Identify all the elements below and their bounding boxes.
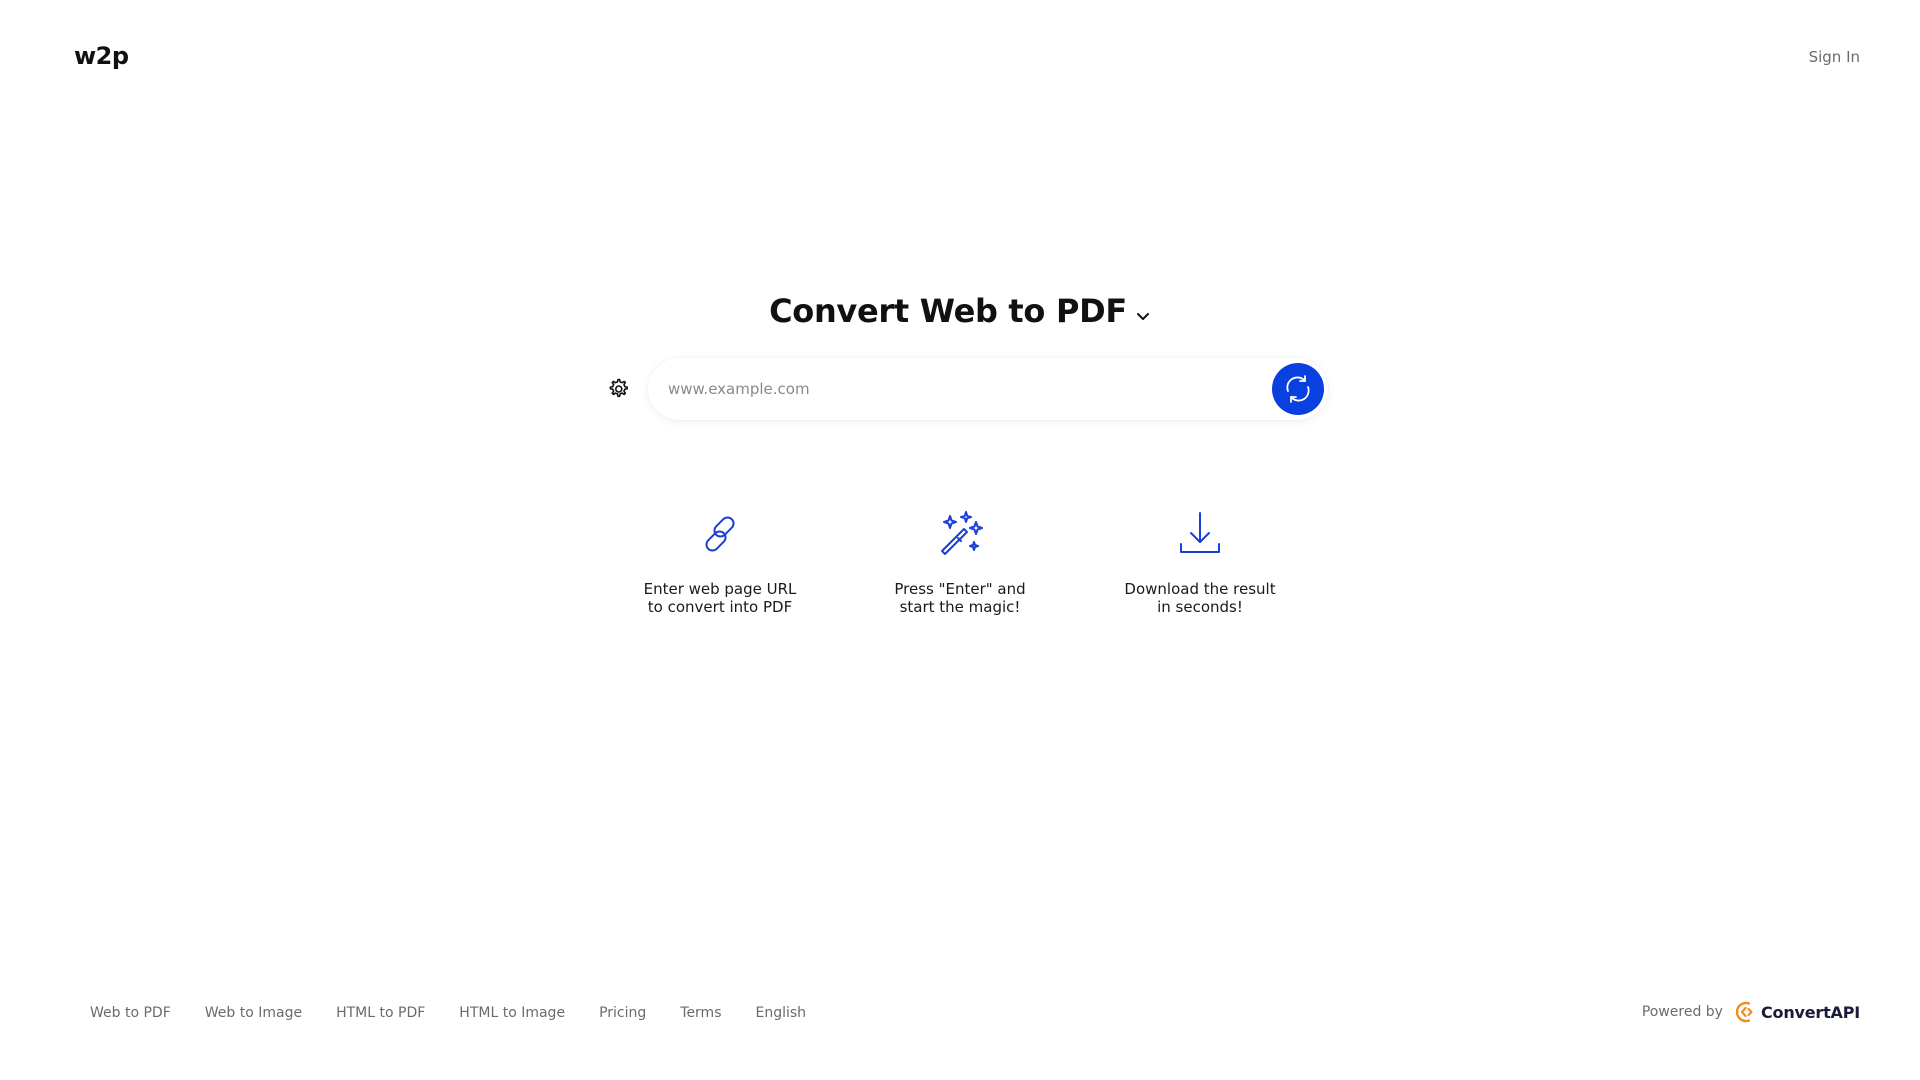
step-text: Press "Enter" and start the magic!	[894, 580, 1026, 616]
footer-link-pricing[interactable]: Pricing	[599, 1005, 646, 1021]
step-enter-url: Enter web page URL to convert into PDF	[640, 510, 800, 616]
steps-section: Enter web page URL to convert into PDF P…	[0, 510, 1920, 616]
step-download: Download the result in seconds!	[1120, 510, 1280, 616]
footer-nav: Web to PDF Web to Image HTML to PDF HTML…	[90, 1005, 806, 1021]
sign-in-link[interactable]: Sign In	[1809, 48, 1860, 66]
convertapi-logo-icon	[1735, 1001, 1753, 1023]
footer-link-terms[interactable]: Terms	[680, 1005, 721, 1021]
url-search-box	[648, 358, 1328, 420]
download-icon	[1180, 512, 1220, 553]
footer-link-web-to-pdf[interactable]: Web to PDF	[90, 1005, 171, 1021]
link-icon	[705, 516, 735, 552]
settings-button[interactable]	[602, 373, 634, 405]
step-text: Enter web page URL to convert into PDF	[643, 580, 797, 616]
magic-wand-icon	[941, 511, 983, 555]
logo[interactable]: w2p	[74, 42, 129, 70]
powered-by-label: Powered by	[1641, 1004, 1723, 1020]
page: w2p Sign In Convert Web to PDF www.examp…	[0, 0, 1920, 1080]
footer-link-web-to-image[interactable]: Web to Image	[205, 1005, 302, 1021]
page-title: Convert Web to PDF	[769, 292, 1127, 330]
convert-button[interactable]	[1272, 363, 1324, 415]
hero: Convert Web to PDF	[0, 292, 1920, 330]
convertapi-brand-link[interactable]: ConvertAPI	[1733, 1000, 1860, 1024]
step-press-enter: Press "Enter" and start the magic!	[880, 510, 1040, 616]
footer-link-html-to-pdf[interactable]: HTML to PDF	[336, 1005, 425, 1021]
language-selector[interactable]: English	[756, 1005, 807, 1021]
gear-icon	[609, 378, 628, 398]
step-text: Download the result in seconds!	[1124, 580, 1276, 616]
converter-type-selector[interactable]: Convert Web to PDF	[769, 292, 1151, 330]
powered-by: Powered by ConvertAPI	[1642, 1000, 1860, 1024]
refresh-icon	[1286, 375, 1310, 403]
chevron-down-icon	[1136, 313, 1149, 320]
convertapi-brand-name: ConvertAPI	[1760, 1002, 1860, 1022]
footer-link-html-to-image[interactable]: HTML to Image	[459, 1005, 565, 1021]
url-input[interactable]	[668, 369, 1272, 409]
search-row	[602, 358, 1328, 420]
